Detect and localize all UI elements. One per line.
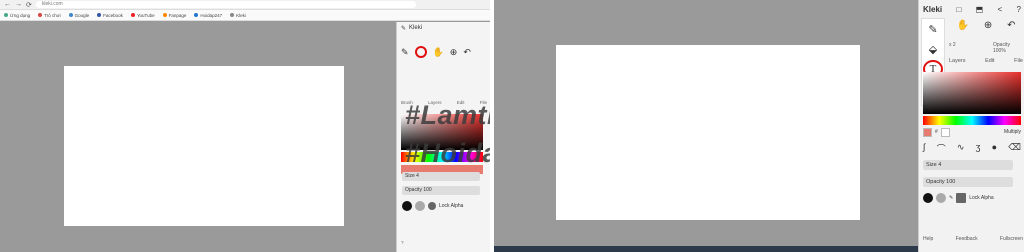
view-tools: ✋ ⊕ ↶: [949, 20, 1023, 31]
undo-icon[interactable]: ↶: [1007, 20, 1015, 31]
tab-file[interactable]: File: [1014, 58, 1023, 64]
bookmark-item[interactable]: Trò chơi: [38, 13, 61, 18]
pen-pressure-icon[interactable]: ✎: [949, 195, 953, 201]
fill-tool[interactable]: ⬙: [922, 39, 944, 59]
hand-icon[interactable]: ✋: [956, 20, 968, 31]
feedback-link[interactable]: Feedback: [956, 236, 978, 242]
tool-row: ✎ ✋ ⊕ ↶: [401, 44, 487, 60]
panel-footer: ?: [401, 240, 404, 245]
brush-tool[interactable]: ✎: [922, 19, 944, 39]
right-screenshot: [494, 0, 918, 252]
browser-toolbar: ← → ⟳ kleki.com: [0, 0, 490, 10]
hand-icon[interactable]: ✋: [433, 47, 444, 58]
share-icon[interactable]: <: [998, 5, 1003, 14]
new-file-icon[interactable]: □: [956, 5, 961, 14]
preset-circle[interactable]: [936, 193, 946, 203]
size-slider[interactable]: Size 4: [923, 160, 1013, 170]
primary-swatch[interactable]: [923, 127, 932, 137]
secondary-swatch[interactable]: [940, 127, 950, 137]
undo-icon[interactable]: ↶: [463, 47, 471, 58]
help-icon[interactable]: ?: [401, 240, 404, 245]
paint-bucket-icon: ⬙: [928, 43, 938, 56]
fullscreen-link[interactable]: Fullscreen: [1000, 236, 1023, 242]
opacity-slider[interactable]: Opacity 100: [923, 177, 1013, 187]
hue-slider[interactable]: [923, 116, 1021, 125]
left-tool-panel: ✎ Kleki ✎ ✋ ⊕ ↶ Brush Layers Edit File ?: [396, 22, 490, 252]
panel-header: Kleki □ ⬒ < ?: [919, 0, 1024, 18]
panel-header: ✎ Kleki: [397, 22, 491, 34]
opacity-slider[interactable]: Opacity 100: [402, 186, 480, 195]
bookmark-item[interactable]: Facebook: [97, 13, 123, 18]
bookmark-item[interactable]: Kleki: [230, 13, 246, 18]
forward-icon[interactable]: →: [15, 1, 22, 8]
url-bar[interactable]: kleki.com: [35, 1, 416, 8]
panel-tabs: Layers Edit File: [949, 58, 1023, 64]
bookmark-item[interactable]: Google: [68, 13, 89, 18]
back-icon[interactable]: ←: [4, 1, 11, 8]
save-icon[interactable]: ⬒: [976, 5, 984, 14]
brush-presets: ✎ Lock Alpha: [923, 193, 994, 203]
eraser-icon[interactable]: ⌫: [1008, 142, 1021, 155]
taskbar-strip: [494, 246, 918, 252]
opacity-readout: Opacity 100%: [993, 42, 1010, 54]
swatch-row: # Multiply: [923, 127, 1021, 137]
bookmark-item[interactable]: Hoidap247: [194, 13, 222, 18]
zoom-icon[interactable]: ⊕: [450, 47, 458, 58]
preset-circle[interactable]: [428, 202, 436, 210]
color-picker[interactable]: [923, 72, 1021, 114]
right-tool-panel: Kleki □ ⬒ < ? ✎ ⬙ T ◇ ✋ ⊕ ↶ x 2 Opacity …: [918, 0, 1024, 252]
highlight-circle: [414, 46, 427, 58]
pen-brush-icon[interactable]: ∫: [923, 142, 925, 155]
lock-alpha-label[interactable]: Lock Alpha: [439, 203, 463, 209]
bookmarks-bar: Ứng dụng Trò chơi Google Facebook YouTub…: [0, 10, 490, 21]
blend-mode-select[interactable]: Multiply: [1004, 129, 1021, 135]
brand-label: Kleki: [923, 4, 943, 14]
drawing-canvas[interactable]: [64, 66, 344, 226]
hash-icon[interactable]: #: [935, 129, 938, 135]
zoom-icon[interactable]: ⊕: [984, 20, 992, 31]
brush-icon[interactable]: ✎: [401, 47, 409, 58]
preset-square[interactable]: [956, 193, 967, 203]
preset-circle[interactable]: [415, 201, 425, 211]
tab-layers[interactable]: Layers: [949, 58, 966, 64]
brush-icon: ✎: [928, 23, 938, 36]
preset-circle[interactable]: [402, 201, 412, 211]
blend-brush-icon[interactable]: ⌒: [937, 142, 946, 155]
bookmark-item[interactable]: Fanpage: [162, 13, 186, 18]
zoom-readout: x 2: [949, 42, 956, 48]
brand-label: Kleki: [409, 25, 423, 31]
chemy-brush-icon[interactable]: ●: [992, 142, 997, 155]
kleki-logo-icon: ✎: [401, 25, 407, 32]
preset-circle[interactable]: [923, 193, 933, 203]
help-link[interactable]: Help: [923, 236, 933, 242]
brush-types: ∫ ⌒ ∿ ʒ ● ⌫: [923, 142, 1021, 155]
reload-icon[interactable]: ⟳: [26, 1, 32, 9]
pixel-brush-icon[interactable]: ʒ: [976, 142, 981, 155]
panel-footer: Help Feedback Fullscreen: [923, 236, 1023, 242]
tab-edit[interactable]: Edit: [985, 58, 994, 64]
sketchy-brush-icon[interactable]: ∿: [957, 142, 965, 155]
bookmark-item[interactable]: YouTube: [130, 13, 155, 18]
size-slider[interactable]: Size 4: [402, 172, 480, 181]
drawing-canvas[interactable]: [556, 45, 860, 220]
lock-alpha-label[interactable]: Lock Alpha: [969, 195, 993, 201]
brush-presets: Lock Alpha: [402, 201, 463, 211]
bookmark-item[interactable]: Ứng dụng: [4, 13, 30, 18]
help-icon[interactable]: ?: [1017, 5, 1021, 14]
